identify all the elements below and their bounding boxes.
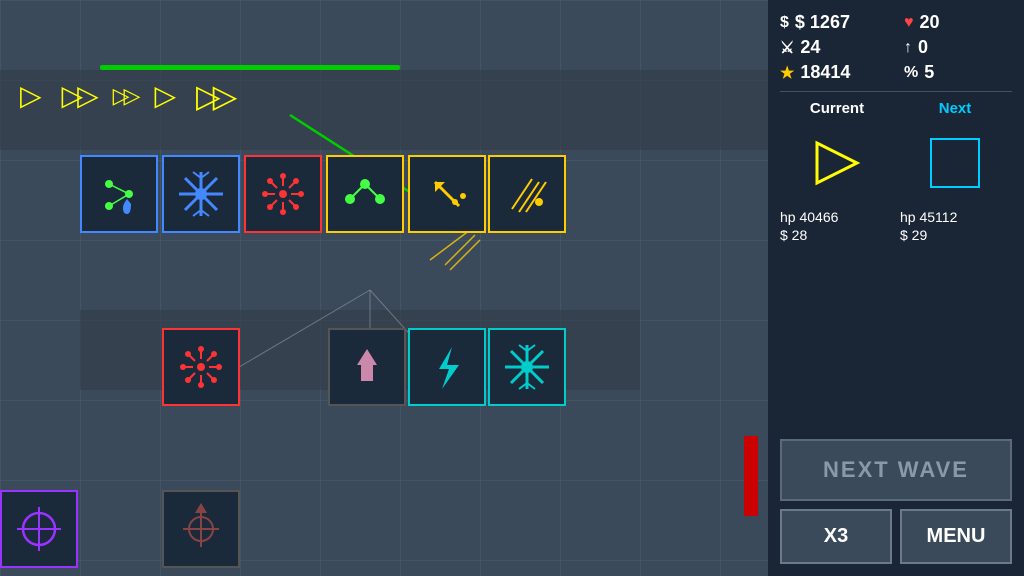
tower-upgrade-icon bbox=[337, 337, 397, 397]
tower-arrow[interactable] bbox=[408, 155, 486, 233]
tower-burst-red-icon bbox=[253, 164, 313, 224]
wave-labels: Current Next bbox=[780, 100, 1012, 117]
enemy-3: ▷▷ bbox=[113, 85, 135, 107]
tower-connector[interactable] bbox=[326, 155, 404, 233]
tower-lightning-icon bbox=[497, 164, 557, 224]
next-wave-button[interactable]: NEXT WAVE bbox=[780, 439, 1012, 501]
enemy-4: ▷ bbox=[154, 82, 176, 110]
current-label: Current bbox=[780, 100, 894, 117]
money-value: $ 1267 bbox=[795, 12, 850, 33]
enemy-1: ▷ bbox=[20, 82, 42, 110]
star-value: 18414 bbox=[800, 62, 850, 83]
tower-water-icon bbox=[89, 164, 149, 224]
tower-connector-icon bbox=[335, 164, 395, 224]
current-enemy-icon bbox=[807, 133, 867, 193]
tower-freeze-icon bbox=[171, 164, 231, 224]
tower-crosshair[interactable] bbox=[0, 490, 78, 568]
tower-upgrade[interactable] bbox=[328, 328, 406, 406]
current-money: $ 28 bbox=[780, 227, 892, 243]
tower-lightning-cyan-icon bbox=[417, 337, 477, 397]
tower-freeze-cyan-icon bbox=[497, 337, 557, 397]
next-hp: hp 45112 bbox=[900, 209, 1012, 225]
next-label: Next bbox=[898, 100, 1012, 117]
enemy-2: ▷▷ bbox=[62, 82, 93, 110]
sidebar: $ $ 1267 ♥ 20 ⚔ 24 ↑ 0 ★ 18414 % 5 Curre… bbox=[768, 0, 1024, 576]
tower-crosshair-dark[interactable] bbox=[162, 490, 240, 568]
money-icon: $ bbox=[780, 14, 789, 32]
tower-crosshair-icon bbox=[9, 499, 69, 559]
tower-lightning[interactable] bbox=[488, 155, 566, 233]
tower-freeze[interactable] bbox=[162, 155, 240, 233]
percent-icon: % bbox=[904, 64, 918, 82]
next-enemy-box bbox=[930, 138, 980, 188]
percent-stat: % 5 bbox=[904, 62, 1012, 83]
hearts-stat: ♥ 20 bbox=[904, 12, 1012, 33]
tower-lightning-cyan[interactable] bbox=[408, 328, 486, 406]
arrow-up-icon: ↑ bbox=[904, 39, 912, 57]
hearts-value: 20 bbox=[920, 12, 940, 33]
sword-value: 24 bbox=[800, 37, 820, 58]
wave-stats: hp 40466 hp 45112 $ 28 $ 29 bbox=[780, 209, 1012, 243]
enemy-5: ▷▷ bbox=[196, 80, 229, 112]
tower-crosshair-dark-icon bbox=[171, 499, 231, 559]
star-stat: ★ 18414 bbox=[780, 62, 888, 83]
next-money: $ 29 bbox=[900, 227, 1012, 243]
game-area: ▷ ▷▷ ▷▷ ▷ ▷▷ bbox=[0, 0, 768, 576]
arrow-stat: ↑ 0 bbox=[904, 37, 1012, 58]
tower-arrow-icon bbox=[417, 164, 477, 224]
heart-icon: ♥ bbox=[904, 14, 914, 32]
enemies-row: ▷ ▷▷ ▷▷ ▷ ▷▷ bbox=[20, 80, 229, 112]
tower-burst-red-2[interactable] bbox=[162, 328, 240, 406]
star-icon: ★ bbox=[780, 63, 794, 83]
sword-stat: ⚔ 24 bbox=[780, 37, 888, 58]
tower-freeze-cyan[interactable] bbox=[488, 328, 566, 406]
stats-panel: $ $ 1267 ♥ 20 ⚔ 24 ↑ 0 ★ 18414 % 5 bbox=[780, 12, 1012, 83]
x3-button[interactable]: X3 bbox=[780, 509, 892, 564]
tower-burst-red[interactable] bbox=[244, 155, 322, 233]
wave-icons bbox=[780, 125, 1012, 201]
health-bar bbox=[744, 436, 758, 516]
menu-button[interactable]: MENU bbox=[900, 509, 1012, 564]
tower-burst-red-2-icon bbox=[171, 337, 231, 397]
current-hp: hp 40466 bbox=[780, 209, 892, 225]
tower-water[interactable] bbox=[80, 155, 158, 233]
percent-value: 5 bbox=[924, 62, 934, 83]
sword-icon: ⚔ bbox=[780, 38, 794, 58]
arrow-value: 0 bbox=[918, 37, 928, 58]
money-stat: $ $ 1267 bbox=[780, 12, 888, 33]
divider-1 bbox=[780, 91, 1012, 92]
bottom-buttons: X3 MENU bbox=[780, 509, 1012, 564]
